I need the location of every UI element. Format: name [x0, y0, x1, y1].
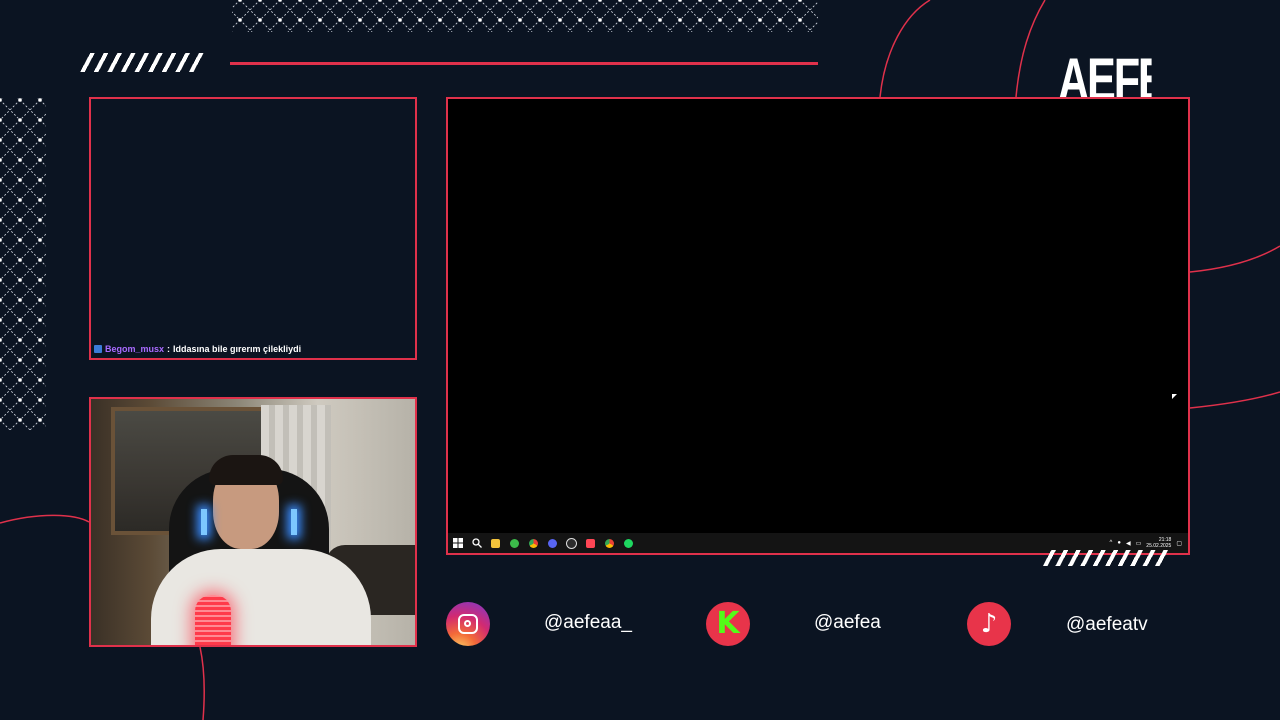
- xbox-icon[interactable]: [505, 533, 524, 553]
- stripes-decoration: [1040, 550, 1172, 566]
- chat-username: Begom_musx: [105, 344, 165, 354]
- webcam-person-hair: [209, 455, 283, 485]
- webcam-panel: [89, 397, 417, 647]
- taskbar-clock[interactable]: 21:18 25.02.2025: [1146, 537, 1171, 549]
- spotify-icon[interactable]: [619, 533, 638, 553]
- taskbar-date: 25.02.2025: [1146, 543, 1172, 549]
- kick-social: K @aefea: [706, 602, 881, 646]
- chat-message: Begom_musx : Iddasına bile gırerım çilek…: [94, 344, 301, 354]
- lattice-top: [232, 0, 818, 32]
- lattice-left: [0, 98, 46, 430]
- curve-line: [0, 514, 90, 524]
- tiktok-icon: ♪: [967, 602, 1011, 646]
- instagram-social: @aefeaa_: [446, 602, 632, 646]
- microphone-icon[interactable]: ●: [1117, 540, 1121, 546]
- instagram-handle: @aefeaa_: [544, 612, 632, 633]
- chrome-icon[interactable]: [524, 533, 543, 553]
- notification-icon[interactable]: ▢: [1176, 540, 1182, 547]
- discord-icon[interactable]: [543, 533, 562, 553]
- chevron-up-icon[interactable]: ^: [1110, 540, 1113, 546]
- chat-panel: Begom_musx : Iddasına bile gırerım çilek…: [89, 97, 417, 360]
- curve-line: [879, 0, 931, 98]
- kick-handle: @aefea: [814, 612, 881, 633]
- curve-line: [199, 646, 205, 720]
- brand-logo: AEFEA: [1058, 46, 1152, 98]
- divider-line: [230, 62, 818, 65]
- chat-text: Iddasına bile gırerım çilekliydi: [173, 344, 302, 354]
- valorant-icon[interactable]: [581, 533, 600, 553]
- tiktok-social: ♪ @aefeatv: [967, 602, 1148, 646]
- tiktok-handle: @aefeatv: [1066, 614, 1148, 635]
- volume-icon[interactable]: ◀: [1126, 540, 1131, 547]
- screen-capture-panel: ^ ● ◀ ▭ 21:18 25.02.2025 ▢: [446, 97, 1190, 555]
- stream-overlay: AEFEA Begom_musx : Iddasına bile gırerım…: [0, 0, 1280, 720]
- kick-icon: K: [706, 602, 750, 646]
- chat-separator: :: [167, 344, 171, 354]
- curve-line: [1189, 391, 1280, 409]
- curve-line: [1189, 245, 1280, 273]
- curve-line: [1015, 0, 1046, 98]
- stripes-decoration: [74, 53, 207, 72]
- network-icon[interactable]: ▭: [1136, 540, 1142, 547]
- system-tray: ^ ● ◀ ▭ 21:18 25.02.2025 ▢: [1110, 537, 1188, 549]
- microphone-light: [195, 595, 231, 645]
- headset-light-icon: [201, 509, 207, 535]
- obs-icon[interactable]: [562, 533, 581, 553]
- instagram-icon: [446, 602, 490, 646]
- search-icon[interactable]: [467, 533, 486, 553]
- webcam-person-body: [151, 549, 371, 645]
- mouse-cursor-icon: [1172, 394, 1177, 399]
- user-badge-icon: [94, 345, 102, 353]
- windows-start-icon[interactable]: [448, 533, 467, 553]
- chrome-icon[interactable]: [600, 533, 619, 553]
- file-explorer-icon[interactable]: [486, 533, 505, 553]
- headset-light-icon: [291, 509, 297, 535]
